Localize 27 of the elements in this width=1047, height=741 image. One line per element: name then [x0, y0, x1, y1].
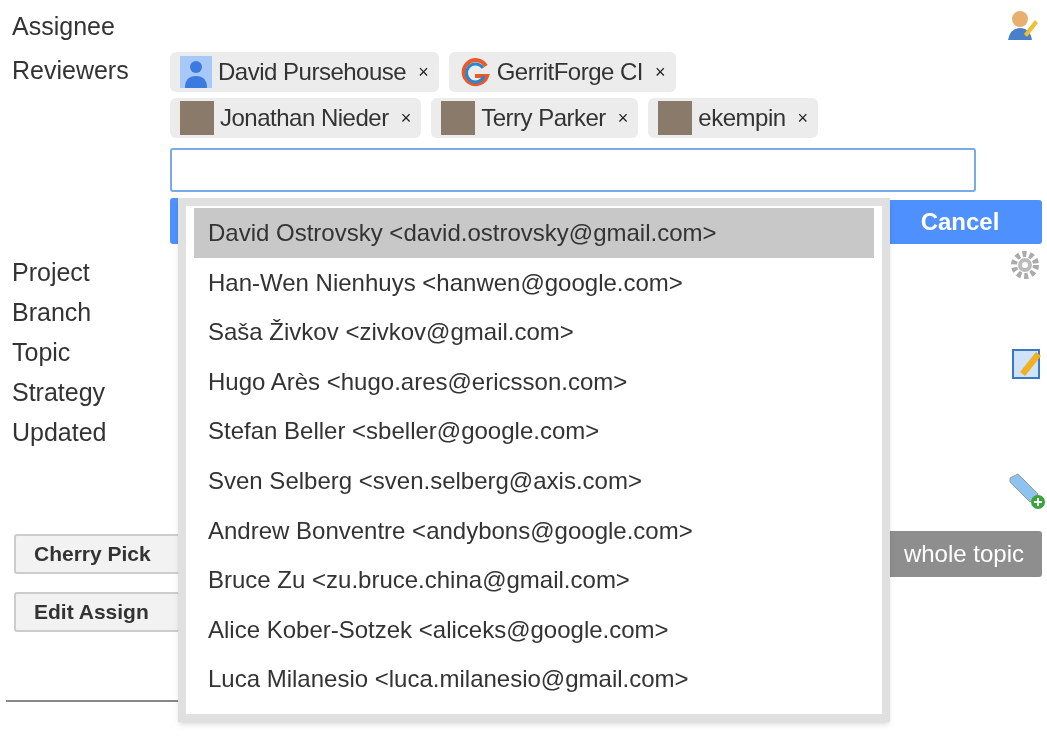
field-label: Topic	[12, 337, 71, 368]
photo-placeholder	[658, 101, 693, 135]
reviewer-input[interactable]	[170, 148, 976, 192]
field-label: Assignee	[12, 11, 115, 42]
photo-placeholder	[441, 101, 476, 135]
remove-button[interactable]: ×	[655, 58, 666, 86]
field-label: Updated	[12, 417, 107, 448]
photo-placeholder	[180, 101, 214, 135]
avatar-icon	[180, 56, 212, 88]
reviewer-name: ekempin	[698, 103, 786, 133]
remove-button[interactable]: ×	[400, 104, 412, 132]
reviewer-name: GerritForge CI	[496, 57, 643, 87]
reviewer-name: Terry Parker	[481, 103, 606, 133]
field-label: Branch	[12, 297, 92, 328]
reviewer-name: David Pursehouse	[218, 57, 407, 87]
gear-icon[interactable]	[1010, 250, 1040, 280]
remove-button[interactable]: ×	[418, 58, 429, 86]
reviewer-name: Jonathan Nieder	[220, 103, 389, 133]
remove-button[interactable]: ×	[797, 104, 809, 132]
person-pencil-icon	[1006, 8, 1038, 42]
field-label: Project	[12, 257, 90, 288]
edit-icon[interactable]	[1012, 346, 1042, 380]
suggestion-item[interactable]: David Ostrovsky <david.ostrovsky@gmail.com>	[194, 208, 874, 258]
field-label: Strategy	[12, 377, 106, 408]
add-tag-icon[interactable]	[1008, 472, 1046, 510]
remove-button[interactable]: ×	[617, 104, 629, 132]
field-label: Reviewers	[12, 55, 129, 86]
